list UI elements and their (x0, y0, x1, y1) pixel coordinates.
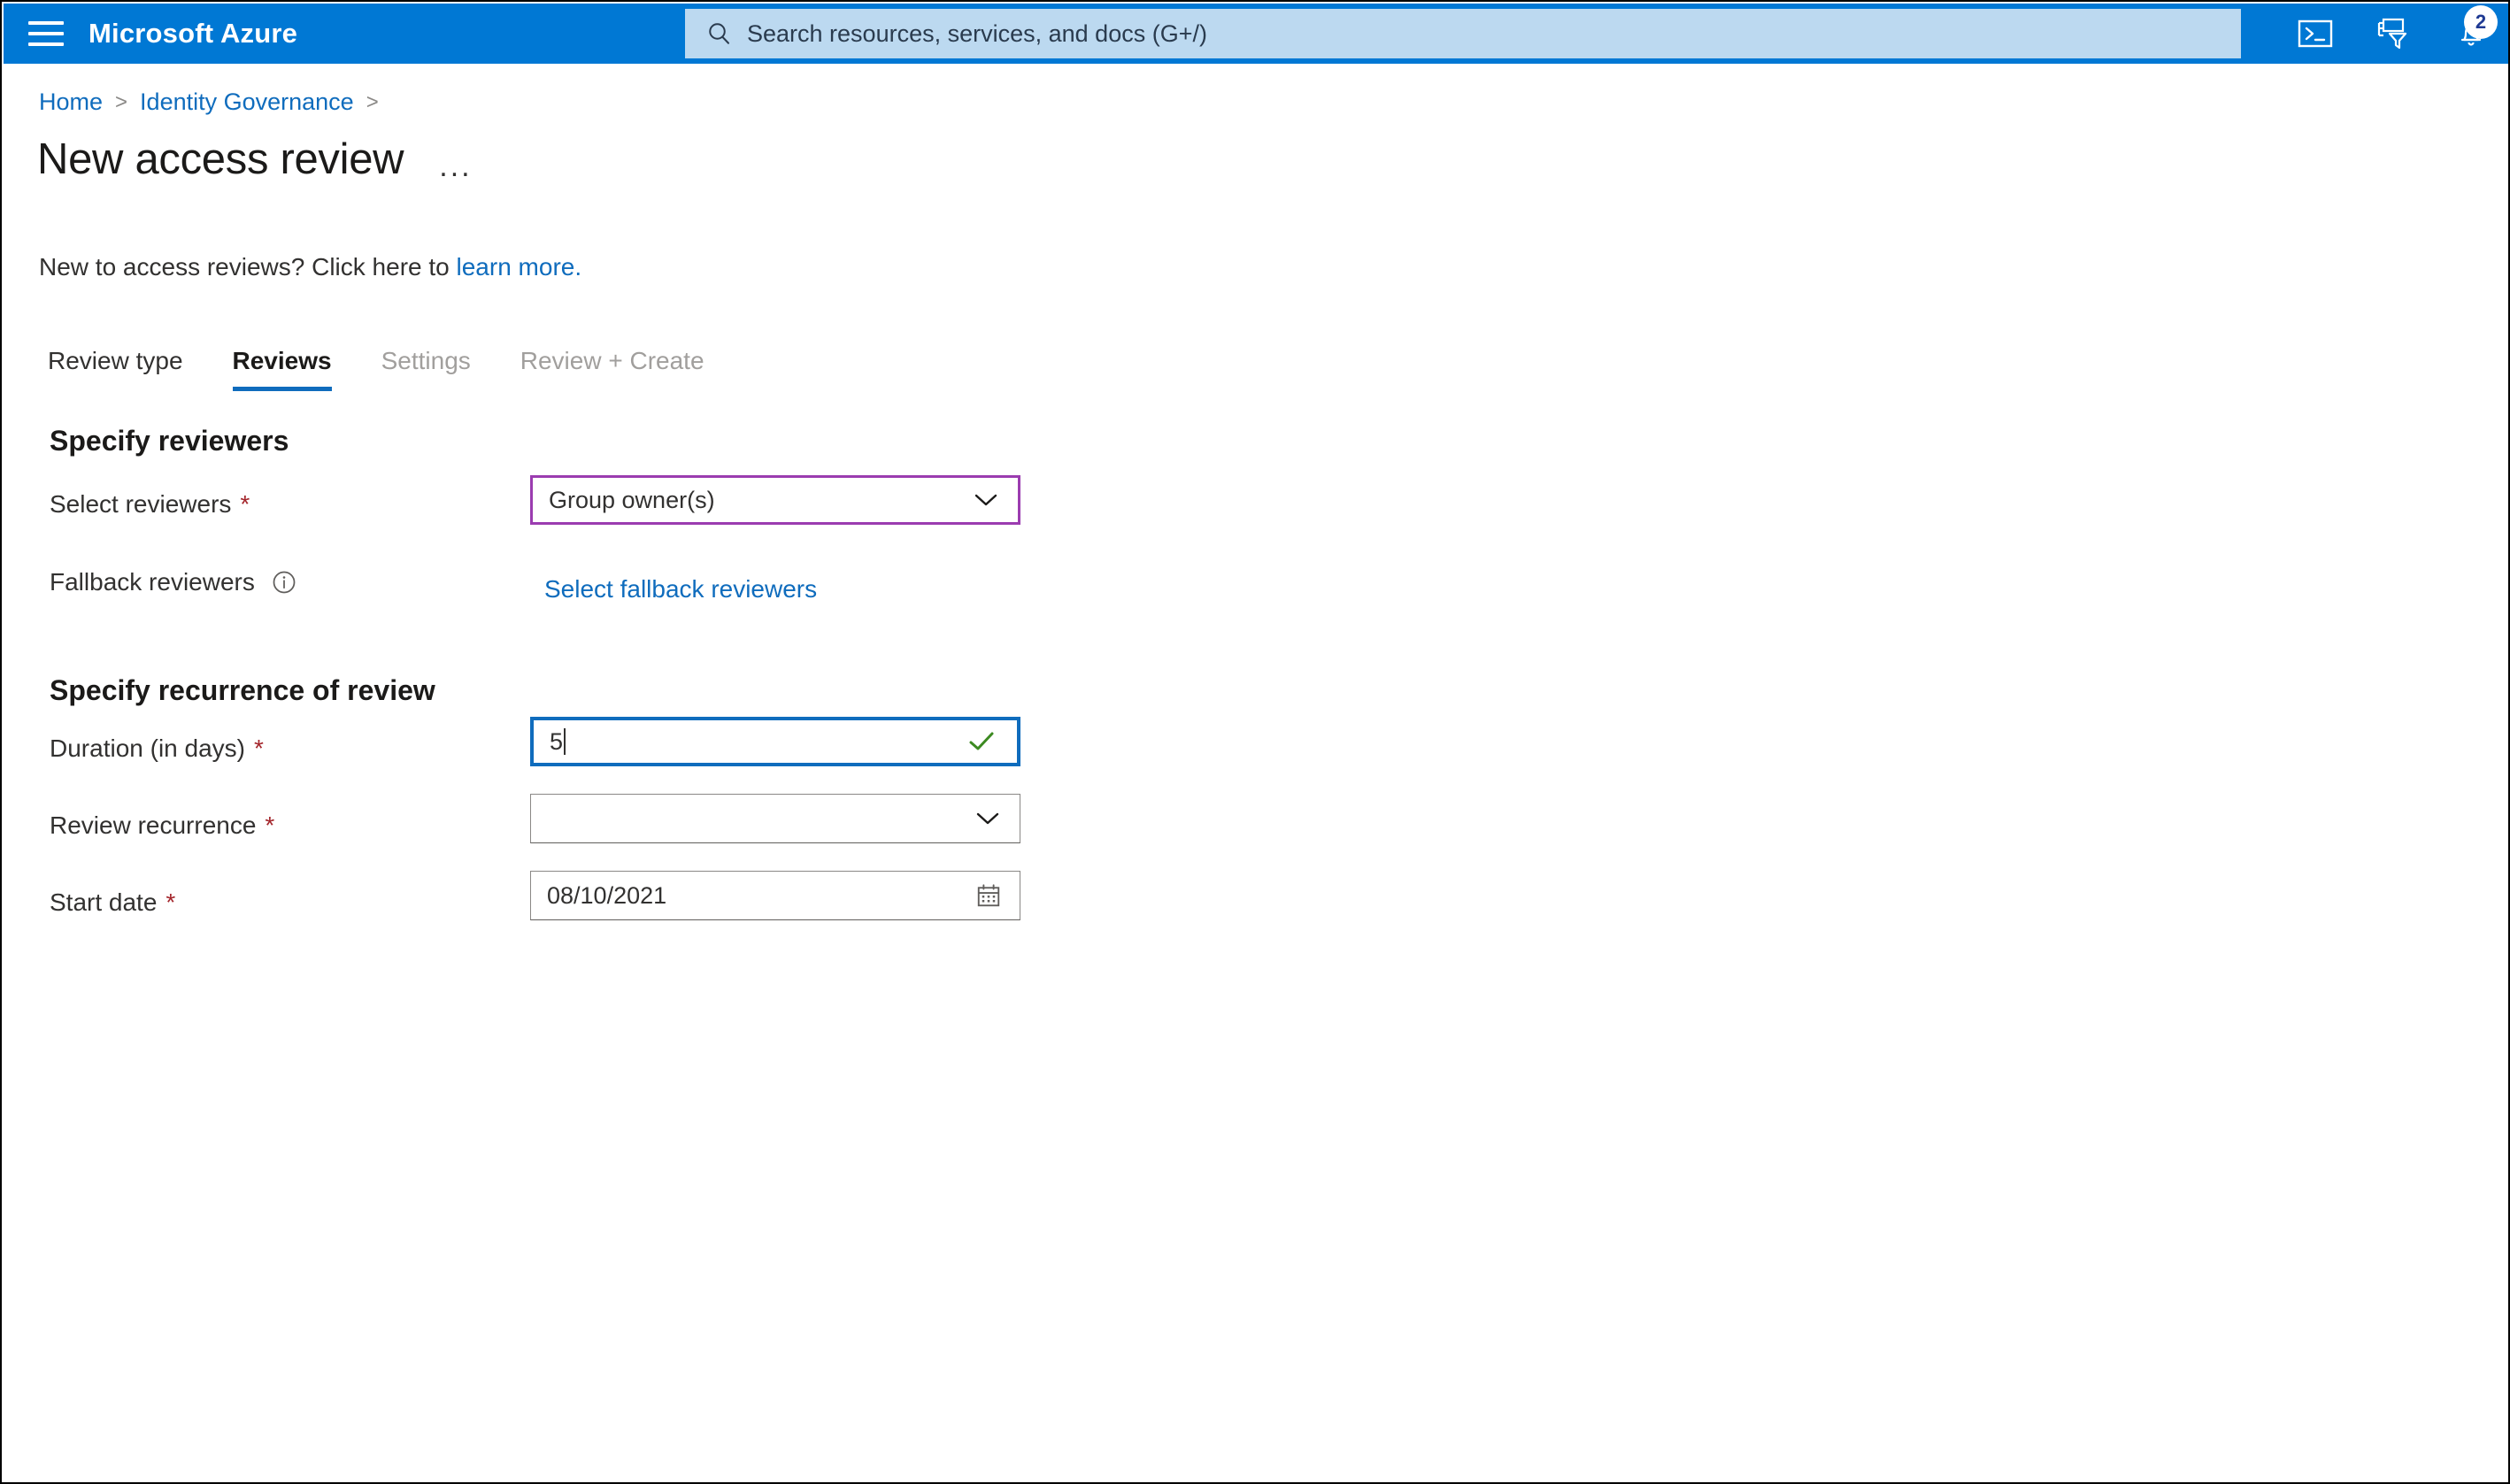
required-marker: * (240, 490, 250, 518)
start-date-value: 08/10/2021 (547, 881, 667, 909)
label-start-date: Start date * (50, 888, 175, 917)
select-fallback-reviewers-link[interactable]: Select fallback reviewers (544, 575, 817, 604)
label-duration-in-days: Duration (in days) * (50, 734, 264, 763)
directory-filter-icon[interactable] (2354, 4, 2432, 64)
section-title-specify-reviewers: Specify reviewers (50, 425, 289, 457)
hamburger-bar (28, 21, 64, 25)
required-marker: * (265, 811, 275, 839)
select-reviewers-value: Group owner(s) (549, 486, 715, 513)
calendar-icon[interactable] (975, 882, 1002, 909)
label-fallback-reviewers: Fallback reviewers (50, 568, 297, 596)
page-title: New access review (37, 135, 404, 183)
wizard-tabs: Review type Reviews Settings Review + Cr… (48, 338, 754, 391)
info-icon[interactable] (271, 569, 297, 596)
text-cursor (564, 728, 566, 755)
azure-portal-page: Microsoft Azure Search resources, servic… (0, 0, 2510, 1484)
cloud-shell-icon[interactable] (2276, 4, 2354, 64)
breadcrumb: Home > Identity Governance > (39, 88, 391, 116)
notification-count-badge: 2 (2464, 5, 2498, 39)
breadcrumb-item-identity-governance[interactable]: Identity Governance (140, 88, 354, 116)
tab-settings[interactable]: Settings (381, 347, 471, 391)
search-input[interactable]: Search resources, services, and docs (G+… (747, 20, 1207, 48)
tab-review-type[interactable]: Review type (48, 347, 183, 391)
chevron-down-icon (975, 811, 1000, 827)
label-select-reviewers: Select reviewers * (50, 490, 250, 519)
page-header: New access review ... (37, 135, 473, 184)
global-search-box[interactable]: Search resources, services, and docs (G+… (685, 9, 2241, 58)
chevron-right-icon: > (366, 89, 379, 114)
label-fallback-reviewers-text: Fallback reviewers (50, 568, 255, 596)
brand-title[interactable]: Microsoft Azure (89, 18, 297, 50)
chevron-right-icon: > (115, 89, 128, 114)
label-review-recurrence: Review recurrence * (50, 811, 274, 840)
search-icon (709, 23, 729, 44)
notifications-bell-icon[interactable]: 2 (2432, 4, 2508, 64)
duration-value: 5 (550, 727, 564, 755)
review-recurrence-dropdown[interactable] (530, 794, 1020, 843)
intro-text: New to access reviews? Click here to lea… (39, 253, 581, 281)
learn-more-link[interactable]: learn more. (457, 253, 582, 281)
valid-check-icon (967, 730, 996, 753)
start-date-input[interactable]: 08/10/2021 (530, 871, 1020, 920)
duration-input[interactable]: 5 (530, 717, 1020, 766)
label-review-recurrence-text: Review recurrence (50, 811, 257, 839)
global-top-bar: Microsoft Azure Search resources, servic… (4, 4, 2508, 64)
intro-text-static: New to access reviews? Click here to (39, 253, 457, 281)
label-start-date-text: Start date (50, 888, 158, 916)
hamburger-menu-icon[interactable] (27, 18, 65, 50)
more-actions-icon[interactable]: ... (439, 150, 472, 181)
label-duration-text: Duration (in days) (50, 734, 245, 762)
breadcrumb-item-home[interactable]: Home (39, 88, 103, 116)
select-reviewers-dropdown[interactable]: Group owner(s) (530, 475, 1020, 525)
hamburger-bar (28, 32, 64, 35)
required-marker: * (166, 888, 176, 916)
section-title-specify-recurrence: Specify recurrence of review (50, 674, 435, 706)
chevron-down-icon (974, 492, 998, 508)
top-bar-icon-group: 2 (2276, 4, 2508, 64)
hamburger-bar (28, 42, 64, 46)
required-marker: * (253, 734, 264, 762)
tab-review-create[interactable]: Review + Create (520, 347, 704, 391)
tab-reviews[interactable]: Reviews (232, 347, 332, 391)
label-select-reviewers-text: Select reviewers (50, 490, 232, 518)
